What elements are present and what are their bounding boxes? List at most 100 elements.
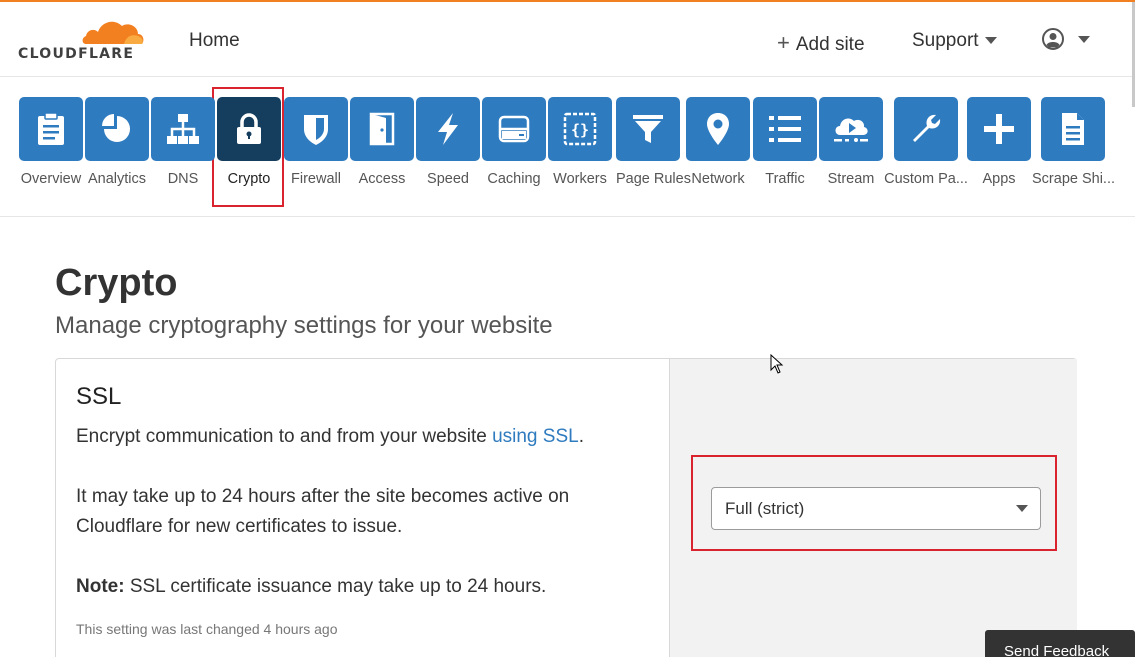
logo-wordmark: CLOUDFLARE <box>18 46 135 62</box>
ssl-description-suffix: . <box>578 426 584 447</box>
page-title: Crypto <box>55 262 178 304</box>
clipboard-icon <box>38 112 64 145</box>
nav-label: Apps <box>982 171 1016 187</box>
note-text: SSL certificate issuance may take up to … <box>124 576 547 597</box>
document-icon <box>1062 113 1084 145</box>
nav-item-custom-pages[interactable]: Custom Pa... <box>884 97 968 209</box>
nav-label: DNS <box>167 171 199 187</box>
nav-tile <box>151 97 215 161</box>
nav-item-network[interactable]: Network <box>686 97 750 209</box>
highlight-box-ssl-select: Full (strict) <box>691 455 1057 551</box>
ssl-card-title: SSL <box>76 383 122 410</box>
nav-tile <box>482 97 546 161</box>
door-icon <box>369 112 395 146</box>
add-site-button[interactable]: + Add site <box>777 30 865 56</box>
nav-item-access[interactable]: Access <box>350 97 414 209</box>
last-changed-text: This setting was last changed 4 hours ag… <box>76 621 338 637</box>
nav-tile <box>416 97 480 161</box>
nav-item-caching[interactable]: Caching <box>482 97 546 209</box>
nav-tile <box>616 97 680 161</box>
zone-nav: Overview Analytics DNS Crypto Firewall A… <box>0 77 1135 217</box>
chevron-down-icon <box>1078 35 1090 43</box>
ssl-delay-text: It may take up to 24 hours after the sit… <box>76 486 570 537</box>
plus-icon <box>984 114 1014 144</box>
cloud-play-icon <box>834 118 868 142</box>
ssl-mode-select[interactable]: Full (strict) <box>711 487 1041 530</box>
nav-item-speed[interactable]: Speed <box>416 97 480 209</box>
add-site-label: Add site <box>795 34 865 55</box>
chevron-down-icon <box>984 37 997 45</box>
nav-label: Speed <box>427 171 469 187</box>
nav-tile <box>967 97 1031 161</box>
nav-label: Stream <box>827 171 875 187</box>
location-pin-icon <box>707 113 729 145</box>
code-braces-icon: {} <box>563 112 597 146</box>
pie-chart-icon <box>102 114 130 142</box>
nav-item-analytics[interactable]: Analytics <box>85 97 149 209</box>
nav-item-stream[interactable]: Stream <box>819 97 883 209</box>
nav-item-dns[interactable]: DNS <box>151 97 215 209</box>
nav-tile <box>19 97 83 161</box>
server-icon <box>498 115 530 143</box>
nav-item-firewall[interactable]: Firewall <box>284 97 348 209</box>
mouse-cursor-icon <box>770 354 784 374</box>
list-icon <box>769 116 801 142</box>
network-tree-icon <box>167 114 199 144</box>
home-link[interactable]: Home <box>189 30 240 52</box>
nav-item-workers[interactable]: {} Workers <box>548 97 612 209</box>
cloudflare-logo[interactable]: CLOUDFLARE <box>18 14 146 64</box>
ssl-description-text: Encrypt communication to and from your w… <box>76 426 493 447</box>
svg-text:{}: {} <box>571 121 589 139</box>
nav-item-overview[interactable]: Overview <box>19 97 83 209</box>
lightning-icon <box>438 113 458 145</box>
nav-tile <box>753 97 817 161</box>
nav-tile <box>686 97 750 161</box>
nav-tile <box>217 97 281 161</box>
note-label: Note: <box>76 576 125 597</box>
nav-tile <box>894 97 958 161</box>
support-label: Support <box>912 30 979 51</box>
nav-tile <box>284 97 348 161</box>
nav-label: Custom Pa... <box>884 171 968 187</box>
nav-label: Workers <box>553 171 607 187</box>
using-ssl-link[interactable]: using SSL <box>492 426 579 447</box>
nav-label: Network <box>691 171 745 187</box>
nav-label: Overview <box>20 171 82 187</box>
header: CLOUDFLARE Home + Add site Support <box>0 2 1135 77</box>
ssl-mode-value: Full (strict) <box>725 499 805 518</box>
lock-icon <box>237 113 261 144</box>
ssl-settings-panel: Full (strict) <box>669 359 1077 657</box>
nav-item-crypto[interactable]: Crypto <box>217 97 281 209</box>
nav-tile <box>85 97 149 161</box>
cloud-logo-icon <box>82 21 144 44</box>
nav-tile: {} <box>548 97 612 161</box>
nav-tile <box>350 97 414 161</box>
nav-label: Page Rules <box>616 171 691 187</box>
chevron-down-icon <box>1016 505 1028 512</box>
user-avatar-icon <box>1042 28 1064 50</box>
nav-label: Crypto <box>227 171 271 187</box>
page-subtitle: Manage cryptography settings for your we… <box>55 312 553 339</box>
nav-label: Scrape Shi... <box>1032 171 1116 187</box>
support-menu[interactable]: Support <box>912 30 997 52</box>
nav-item-page-rules[interactable]: Page Rules <box>616 97 691 209</box>
nav-item-scrape-shield[interactable]: Scrape Shi... <box>1032 97 1116 209</box>
nav-tile <box>819 97 883 161</box>
plus-icon: + <box>777 30 790 55</box>
ssl-description: Encrypt communication to and from your w… <box>76 422 584 452</box>
shield-icon <box>304 115 328 145</box>
nav-item-apps[interactable]: Apps <box>967 97 1031 209</box>
nav-label: Access <box>358 171 406 187</box>
filter-icon <box>633 115 663 143</box>
nav-tile <box>1041 97 1105 161</box>
nav-label: Analytics <box>87 171 147 187</box>
nav-label: Caching <box>487 171 541 187</box>
user-menu[interactable] <box>1042 28 1090 50</box>
ssl-card: SSL Encrypt communication to and from yo… <box>55 358 1077 657</box>
ssl-note: Note: SSL certificate issuance may take … <box>76 572 546 602</box>
send-feedback-button[interactable]: Send Feedback <box>985 630 1135 657</box>
nav-item-traffic[interactable]: Traffic <box>753 97 817 209</box>
nav-label: Traffic <box>765 171 805 187</box>
wrench-icon <box>913 114 941 142</box>
nav-label: Firewall <box>291 171 341 187</box>
